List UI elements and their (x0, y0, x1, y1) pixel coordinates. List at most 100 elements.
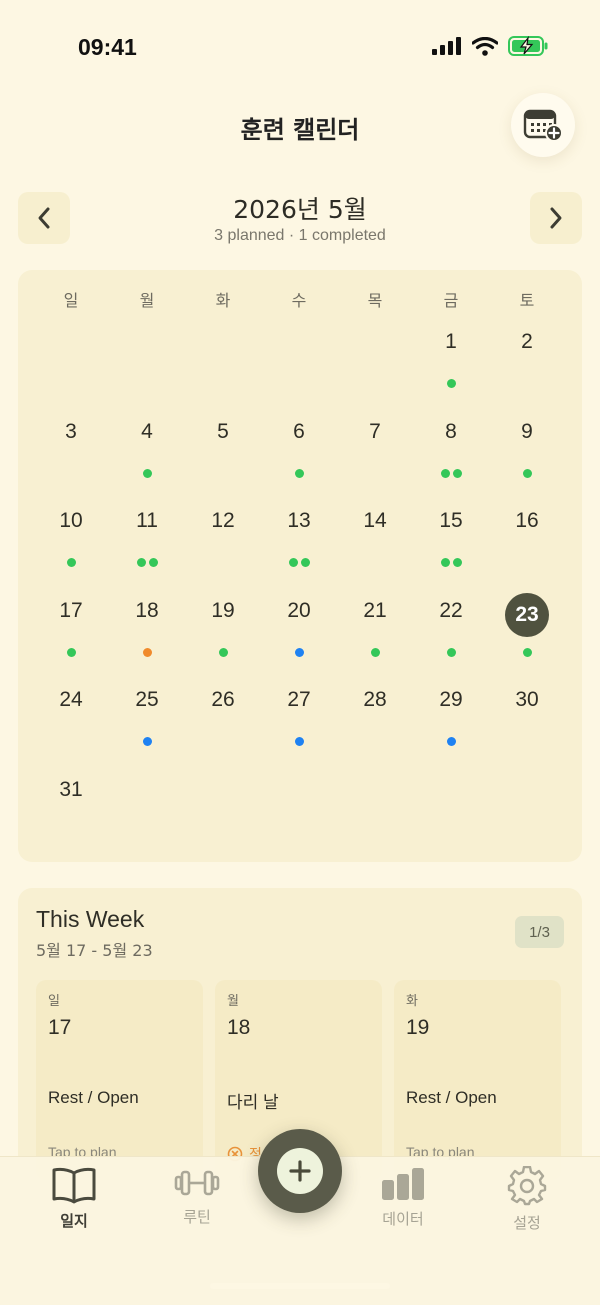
weekday-label: 일 (63, 291, 79, 310)
workout-dots (109, 647, 185, 657)
status-time: 09:41 (78, 34, 137, 60)
calendar-day-4[interactable]: 4 (109, 412, 185, 502)
workout-dots (413, 379, 489, 388)
weekday-label: 월 (139, 291, 155, 310)
weekday-label: 화 (215, 291, 231, 310)
gear-icon (507, 1166, 547, 1206)
green-workout-dot (522, 468, 532, 478)
day-card-label: 다리 날 (227, 1093, 279, 1112)
day-card-label: Rest / Open (48, 1088, 139, 1107)
calendar-day-28[interactable]: 28 (337, 680, 413, 770)
calendar-day-5[interactable]: 5 (185, 412, 261, 502)
calendar-day-12[interactable]: 12 (185, 501, 261, 591)
calendar-day-13[interactable]: 13 (261, 501, 337, 591)
calendar-day-26[interactable]: 26 (185, 680, 261, 770)
calendar-day-19[interactable]: 19 (185, 591, 261, 681)
chevron-right-icon (550, 207, 562, 229)
calendar-day-10[interactable]: 10 (33, 501, 109, 591)
calendar-day-2[interactable]: 2 (489, 322, 565, 412)
green-workout-dot (370, 647, 380, 657)
calendar-day-30[interactable]: 30 (489, 680, 565, 770)
calendar-day-21[interactable]: 21 (337, 591, 413, 681)
blue-workout-dot (294, 737, 304, 747)
calendar-day-27[interactable]: 27 (261, 680, 337, 770)
calendar-day-23[interactable]: 23 (489, 591, 565, 681)
workout-dots (489, 468, 565, 478)
calendar-day-20[interactable]: 20 (261, 591, 337, 681)
workout-dots (261, 647, 337, 657)
day-number: 19 (211, 598, 235, 622)
calendar-day-1[interactable]: 1 (413, 322, 489, 412)
day-number: 6 (293, 419, 305, 443)
calendar-day-22[interactable]: 22 (413, 591, 489, 681)
green-workout-dot (66, 558, 76, 568)
week-day-card-sun[interactable]: 일 17 Rest / Open Tap to plan (36, 980, 203, 1180)
day-number: 13 (287, 509, 311, 533)
month-summary: 3 planned · 1 completed (214, 227, 386, 244)
day-number: 20 (287, 598, 311, 622)
calendar-day-24[interactable]: 24 (33, 680, 109, 770)
calendar-day-8[interactable]: 8 (413, 412, 489, 502)
calendar-day-16[interactable]: 16 (489, 501, 565, 591)
calendar-day-18[interactable]: 18 (109, 591, 185, 681)
workout-dots (109, 737, 185, 747)
green-workout-dot (288, 558, 298, 568)
day-number: 18 (135, 598, 159, 622)
green-workout-dot (142, 468, 152, 478)
day-number: 14 (363, 509, 387, 533)
day-number: 21 (363, 598, 387, 622)
calendar-day-15[interactable]: 15 (413, 501, 489, 591)
day-card-label: Rest / Open (406, 1088, 497, 1107)
page-title: 훈련 캘린더 (240, 116, 360, 144)
day-number: 8 (445, 419, 457, 443)
green-workout-dot (440, 468, 450, 478)
add-calendar-event-button[interactable] (511, 93, 575, 157)
status-bar: 09:41 (0, 0, 600, 96)
green-workout-dot (522, 647, 532, 657)
green-workout-dot (452, 558, 462, 568)
calendar-day-9[interactable]: 9 (489, 412, 565, 502)
calendar-day-11[interactable]: 11 (109, 501, 185, 591)
day-card-weekday: 화 (406, 994, 418, 1009)
day-number: 4 (141, 419, 153, 443)
calendar-day-29[interactable]: 29 (413, 680, 489, 770)
day-number: 1 (445, 330, 457, 353)
tab-data[interactable]: 데이터 (353, 1166, 453, 1229)
next-month-button[interactable] (530, 192, 582, 244)
add-workout-button[interactable] (258, 1129, 342, 1213)
green-workout-dot (440, 558, 450, 568)
week-day-card-tue[interactable]: 화 19 Rest / Open Tap to plan (394, 980, 561, 1180)
calendar-day-6[interactable]: 6 (261, 412, 337, 502)
this-week-title: This Week (36, 906, 145, 932)
tab-settings[interactable]: 설정 (477, 1166, 577, 1233)
blue-workout-dot (142, 737, 152, 747)
blue-workout-dot (446, 737, 456, 747)
calendar-day-7[interactable]: 7 (337, 412, 413, 502)
green-workout-dot (136, 558, 146, 568)
calendar-grid: 1 2 3 4 5 6 7 8 9 10 11 12 13 14 15 16 17 18 19 20 21 22 23 24 2… (33, 322, 565, 860)
green-workout-dot (148, 558, 158, 568)
workout-dots (33, 647, 109, 657)
weekday-label: 토 (519, 291, 535, 310)
green-workout-dot (446, 379, 456, 388)
workout-dots (413, 647, 489, 657)
empty-day-cell (109, 322, 185, 412)
calendar-day-31[interactable]: 31 (33, 770, 109, 860)
tab-journal[interactable]: 일지 (24, 1166, 124, 1231)
calendar-day-14[interactable]: 14 (337, 501, 413, 591)
battery-charging-icon (508, 36, 548, 56)
empty-day-cell (33, 322, 109, 412)
orange-workout-dot (142, 647, 152, 657)
tab-routine-label: 루틴 (183, 1208, 211, 1226)
wifi-icon (472, 36, 498, 56)
workout-dots (337, 647, 413, 657)
calendar-day-3[interactable]: 3 (33, 412, 109, 502)
calendar-day-17[interactable]: 17 (33, 591, 109, 681)
tab-routine[interactable]: 루틴 (147, 1166, 247, 1227)
calendar-day-25[interactable]: 25 (109, 680, 185, 770)
weekday-header: 일월화수목금토 (33, 287, 565, 311)
bar-chart-icon (382, 1168, 424, 1200)
day-number: 26 (211, 688, 235, 712)
day-number: 2 (521, 330, 533, 353)
workout-dots (413, 737, 489, 747)
